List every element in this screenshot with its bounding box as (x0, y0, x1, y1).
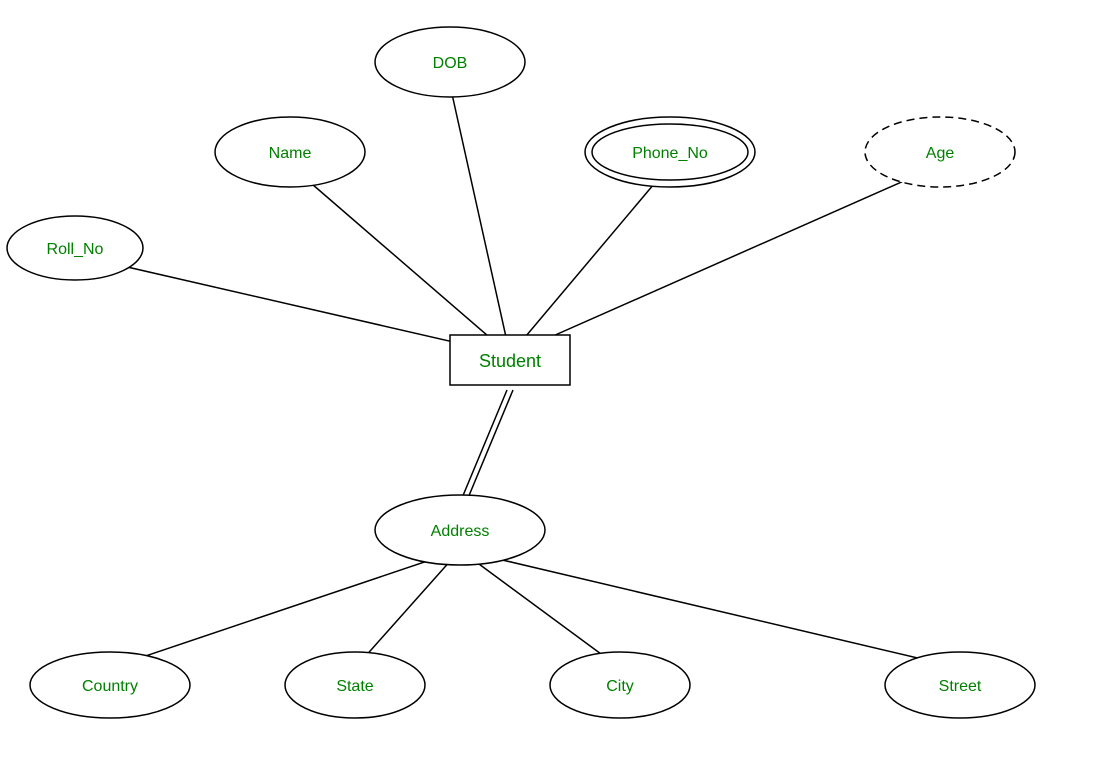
line-student-name (290, 165, 510, 355)
dob-label: DOB (433, 55, 468, 72)
address-label: Address (431, 523, 490, 540)
line-student-age (510, 165, 940, 355)
line-student-address-1 (457, 390, 507, 510)
name-label: Name (269, 145, 312, 162)
line-student-address-2 (463, 390, 513, 510)
er-diagram: Student DOB Name Phone_No Age Roll_No Ad… (0, 0, 1112, 753)
country-label: Country (82, 678, 138, 695)
rollno-label: Roll_No (47, 241, 104, 258)
street-label: Street (939, 678, 982, 695)
city-label: City (606, 678, 634, 695)
line-address-city (460, 550, 620, 668)
line-student-rollno (75, 255, 510, 355)
line-student-dob (450, 85, 510, 355)
line-address-street (460, 550, 960, 668)
phone-label: Phone_No (632, 145, 708, 162)
state-label: State (336, 678, 373, 695)
age-label: Age (926, 145, 955, 162)
student-label: Student (479, 351, 541, 371)
line-student-phone (510, 165, 670, 355)
